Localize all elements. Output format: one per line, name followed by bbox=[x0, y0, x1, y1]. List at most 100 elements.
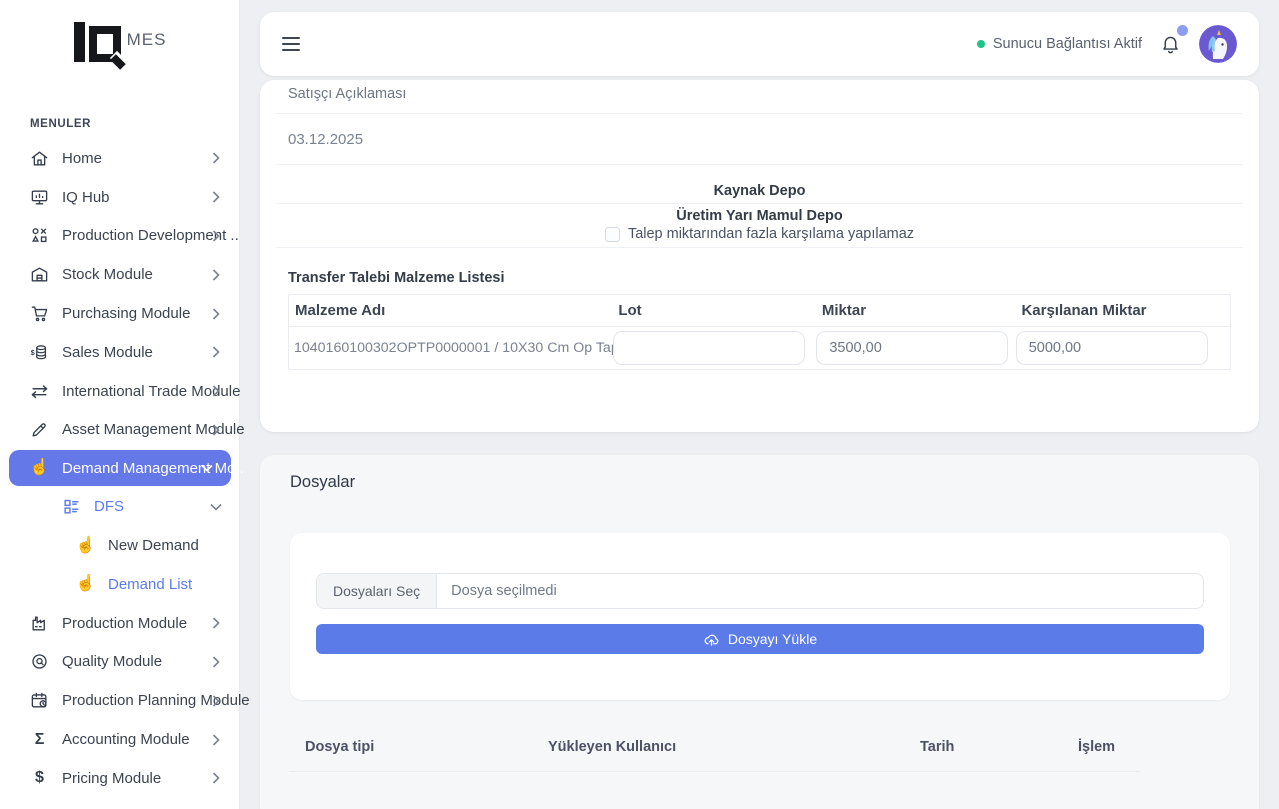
sidebar-item-international-trade-module[interactable]: International Trade Module bbox=[0, 372, 240, 411]
depot-value: Üretim Yarı Mamul Depo bbox=[260, 208, 1259, 224]
chevron-right-icon bbox=[212, 617, 220, 629]
swap-arrows-icon bbox=[30, 382, 49, 401]
sidebar-item-new-demand[interactable]: ☝ New Demand bbox=[0, 526, 240, 565]
server-status-label: Sunucu Bağlantısı Aktif bbox=[993, 36, 1142, 52]
shapes-icon bbox=[30, 226, 49, 245]
divider bbox=[276, 164, 1243, 165]
sidebar-item-label: IQ Hub bbox=[62, 189, 110, 206]
warehouse-icon bbox=[30, 265, 49, 284]
sidebar-item-demand-management-module[interactable]: ☝ Demand Management Mo.. bbox=[9, 450, 231, 486]
divider bbox=[276, 203, 1243, 204]
tap-hand-icon: ☝ bbox=[30, 459, 49, 478]
sidebar-item-demand-list[interactable]: ☝ Demand List bbox=[0, 565, 240, 604]
svg-text:$: $ bbox=[31, 349, 35, 357]
chevron-down-icon bbox=[210, 503, 222, 511]
user-avatar[interactable] bbox=[1199, 25, 1237, 63]
sidebar-item-home[interactable]: Home bbox=[0, 139, 240, 178]
sidebar-item-label: Accounting Module bbox=[62, 731, 190, 748]
karsilanan-miktar-input[interactable] bbox=[1016, 331, 1208, 365]
miktar-input[interactable] bbox=[816, 331, 1008, 365]
files-section: Dosyalar Dosyaları Seç Dosya seçilmedi D… bbox=[260, 455, 1259, 809]
divider bbox=[289, 771, 1140, 772]
iq-logo-icon bbox=[74, 22, 121, 62]
chevron-right-icon bbox=[212, 230, 220, 242]
lot-input[interactable] bbox=[613, 331, 805, 365]
sidebar-item-quality-module[interactable]: Quality Module bbox=[0, 643, 240, 682]
file-picker[interactable]: Dosyaları Seç Dosya seçilmedi bbox=[316, 573, 1204, 609]
bell-icon bbox=[1160, 33, 1181, 55]
sidebar-item-accounting-module[interactable]: Σ Accounting Module bbox=[0, 720, 240, 759]
materials-list-title: Transfer Talebi Malzeme Listesi bbox=[288, 270, 505, 286]
sidebar-item-label: Production Planning Module bbox=[62, 692, 250, 709]
sidebar-item-label: Home bbox=[62, 150, 102, 167]
sidebar-item-asset-management-module[interactable]: Asset Management Module bbox=[0, 411, 240, 450]
calendar-clock-icon bbox=[30, 691, 49, 710]
files-title: Dosyalar bbox=[290, 473, 355, 492]
source-depot-header: Kaynak Depo bbox=[260, 183, 1259, 199]
upload-file-button[interactable]: Dosyayı Yükle bbox=[316, 624, 1204, 654]
column-header-karsilanan: Karşılanan Miktar bbox=[1015, 302, 1230, 319]
chevron-right-icon bbox=[212, 772, 220, 784]
sidebar-item-pricing-module[interactable]: $ Pricing Module bbox=[0, 759, 240, 798]
home-icon bbox=[30, 149, 49, 168]
seller-note-label: Satışçı Açıklaması bbox=[288, 86, 406, 102]
chevron-down-icon bbox=[201, 464, 213, 472]
chevron-right-icon bbox=[212, 346, 220, 358]
over-fulfillment-checkbox-row: Talep miktarından fazla karşılama yapıla… bbox=[260, 226, 1259, 242]
app-logo: MES bbox=[0, 22, 240, 62]
sidebar-item-production-planning-module[interactable]: Production Planning Module bbox=[0, 681, 240, 720]
sidebar-item-label: DFS bbox=[94, 498, 124, 515]
coins-icon: $ bbox=[30, 343, 49, 362]
files-column-dosya-tipi: Dosya tipi bbox=[305, 739, 374, 755]
column-header-lot: Lot bbox=[612, 302, 816, 319]
material-name-cell: 1040160100302OPTP0000001 / 10X30 Cm Op T… bbox=[289, 340, 613, 356]
chevron-right-icon bbox=[212, 424, 220, 436]
sidebar-item-label: Purchasing Module bbox=[62, 305, 190, 322]
checkbox-label: Talep miktarından fazla karşılama yapıla… bbox=[628, 226, 914, 242]
sidebar-item-label: Sales Module bbox=[62, 344, 153, 361]
menu-section-label: MENULER bbox=[30, 118, 91, 130]
chevron-right-icon bbox=[212, 269, 220, 281]
upload-button-label: Dosyayı Yükle bbox=[728, 631, 817, 647]
column-header-miktar: Miktar bbox=[816, 302, 1016, 319]
date-value: 03.12.2025 bbox=[288, 131, 363, 148]
monitor-icon bbox=[30, 188, 49, 207]
hamburger-menu-icon[interactable] bbox=[282, 37, 300, 51]
sidebar-item-stock-module[interactable]: Stock Module bbox=[0, 255, 240, 294]
files-column-islem: İşlem bbox=[1078, 739, 1115, 755]
no-file-selected-text: Dosya seçilmedi bbox=[437, 583, 557, 599]
sidebar-item-sales-module[interactable]: $ Sales Module bbox=[0, 333, 240, 372]
sidebar-item-label: Demand Management Mo.. bbox=[62, 460, 244, 477]
chevron-right-icon bbox=[212, 734, 220, 746]
cloud-upload-icon bbox=[703, 631, 720, 648]
upload-card: Dosyaları Seç Dosya seçilmedi Dosyayı Yü… bbox=[290, 533, 1230, 700]
sidebar-item-label: Pricing Module bbox=[62, 770, 161, 787]
divider bbox=[276, 247, 1243, 248]
sidebar-item-purchasing-module[interactable]: Purchasing Module bbox=[0, 294, 240, 333]
quality-q-icon bbox=[30, 652, 49, 671]
choose-files-button[interactable]: Dosyaları Seç bbox=[317, 574, 437, 608]
sidebar-item-label: New Demand bbox=[108, 537, 199, 554]
files-column-tarih: Tarih bbox=[920, 739, 954, 755]
over-fulfillment-checkbox[interactable] bbox=[605, 227, 620, 242]
unicorn-avatar-icon bbox=[1199, 25, 1237, 63]
chevron-right-icon bbox=[212, 308, 220, 320]
checklist-icon bbox=[62, 497, 81, 516]
pencil-icon bbox=[30, 420, 49, 439]
notifications-button[interactable] bbox=[1160, 33, 1181, 55]
tap-hand-icon: ☝ bbox=[76, 575, 95, 594]
sidebar-item-production-module[interactable]: Production Module bbox=[0, 604, 240, 643]
transfer-request-form: Satışçı Açıklaması 03.12.2025 Kaynak Dep… bbox=[260, 80, 1259, 432]
chevron-right-icon bbox=[212, 695, 220, 707]
sidebar: MES MENULER Home IQ Hub Production Devel… bbox=[0, 0, 240, 809]
sidebar-item-label: Stock Module bbox=[62, 266, 153, 283]
factory-icon bbox=[30, 614, 49, 633]
chevron-right-icon bbox=[212, 385, 220, 397]
sidebar-item-iq-hub[interactable]: IQ Hub bbox=[0, 178, 240, 217]
logo-text: MES bbox=[127, 30, 167, 50]
server-status: Sunucu Bağlantısı Aktif bbox=[977, 36, 1142, 52]
sidebar-item-dfs[interactable]: DFS bbox=[0, 487, 240, 526]
divider bbox=[276, 113, 1243, 114]
sidebar-item-production-development[interactable]: Production Development .. bbox=[0, 217, 240, 256]
dollar-icon: $ bbox=[30, 769, 49, 788]
